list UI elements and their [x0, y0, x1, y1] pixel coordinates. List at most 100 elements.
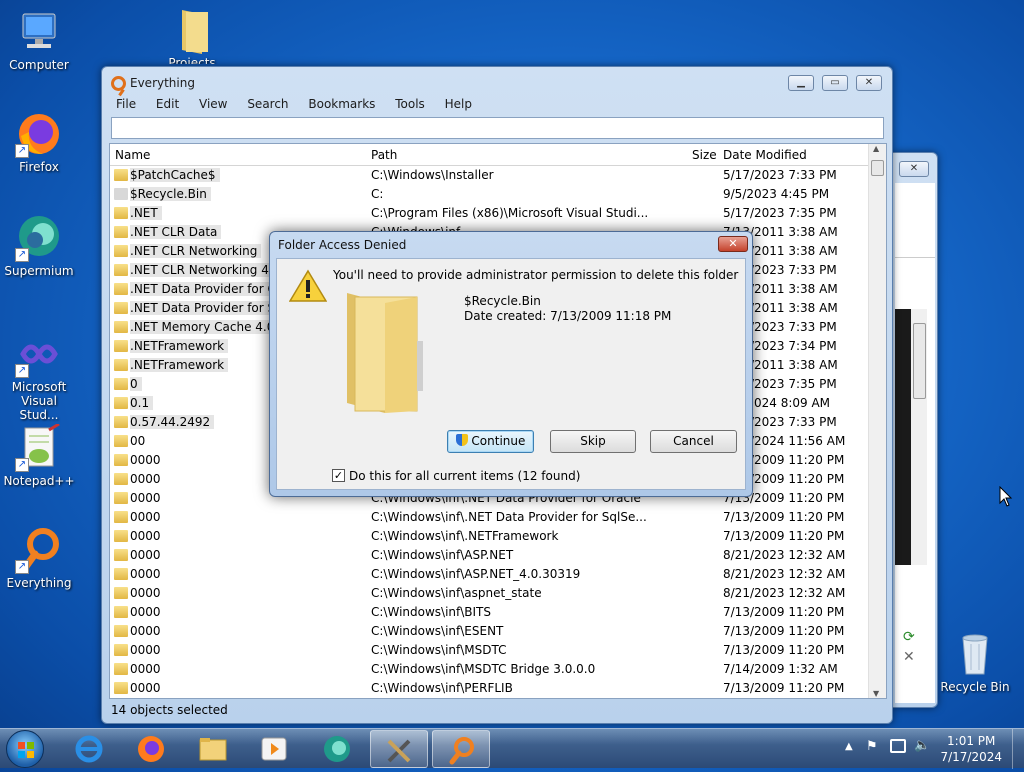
row-name: 0000	[130, 491, 161, 505]
desktop-icon-label: Firefox	[19, 160, 59, 174]
row-name: 0.57.44.2492	[130, 415, 215, 429]
menu-bookmarks[interactable]: Bookmarks	[308, 97, 375, 111]
row-name: .NET Memory Cache 4.0	[130, 320, 278, 334]
desktop-icon-recycle-bin[interactable]: Recycle Bin	[938, 630, 1012, 694]
mouse-cursor-icon	[999, 485, 1013, 511]
row-path: C:\Windows\inf\ESENT	[371, 624, 504, 638]
table-row[interactable]: $PatchCache$ C:\Windows\Installer 5/17/202…	[110, 166, 850, 185]
table-row[interactable]: 0000 C:\Windows\inf\aspnet_state 8/21/2023…	[110, 584, 850, 603]
maximize-button[interactable]: ▭	[822, 75, 848, 91]
clock[interactable]: 1:01 PM 7/17/2024	[940, 733, 1002, 765]
table-row[interactable]: 0000 C:\Windows\inf\PERFLIB 7/13/2009 11:2…	[110, 679, 850, 698]
show-desktop-button[interactable]	[1012, 729, 1024, 769]
continue-button[interactable]: Continue	[447, 430, 534, 453]
desktop-icon-label: Projects	[168, 56, 216, 64]
vertical-scrollbar[interactable]: ▲ ▼	[868, 144, 886, 698]
folder-icon	[114, 473, 128, 485]
cancel-button[interactable]: Cancel	[650, 430, 737, 453]
table-row[interactable]: 0000 C:\Windows\inf\ESENT 7/13/2009 11:20 …	[110, 622, 850, 641]
action-center-flag-icon[interactable]: ⚑	[866, 739, 878, 754]
desktop-icon-computer[interactable]: Computer	[2, 8, 76, 72]
taskbar-firefox[interactable]	[122, 730, 180, 768]
menu-edit[interactable]: Edit	[156, 97, 179, 111]
table-row[interactable]: .NET C:\Program Files (x86)\Microsoft Vis…	[110, 204, 850, 223]
bg-window-scrollbar[interactable]	[911, 309, 927, 565]
folder-icon	[168, 6, 216, 54]
folder-icon	[114, 492, 128, 504]
continue-label: Continue	[471, 434, 526, 448]
row-name: 0.1	[130, 396, 154, 410]
bg-window-close-button[interactable]: ✕	[899, 161, 929, 177]
table-row[interactable]: 0000 C:\Windows\inf\MSDTC 7/13/2009 11:20 …	[110, 641, 850, 660]
col-date[interactable]: Date Modified	[723, 148, 807, 162]
taskbar-explorer[interactable]	[184, 730, 242, 768]
volume-icon[interactable]: 🔈	[914, 738, 930, 753]
firefox-icon: ↗	[15, 110, 63, 158]
desktop-icon-visual-studio[interactable]: ↗ Microsoft Visual Stud...	[2, 330, 76, 422]
desktop-icon-firefox[interactable]: ↗ Firefox	[2, 110, 76, 174]
taskbar-everything[interactable]	[432, 730, 490, 768]
taskbar-supermium[interactable]	[308, 730, 366, 768]
row-name: .NET CLR Data	[130, 225, 222, 239]
table-row[interactable]: 0000 C:\Windows\inf\MSDTC Bridge 3.0.0.0 7…	[110, 660, 850, 679]
close-button[interactable]: ✕	[856, 75, 882, 91]
network-icon[interactable]	[890, 739, 906, 753]
scroll-thumb[interactable]	[913, 323, 926, 399]
table-row[interactable]: 0000 C:\Windows\inf\ASP.NET 8/21/2023 12:3…	[110, 546, 850, 565]
taskbar: ▲ ⚑ 🔈 1:01 PM 7/17/2024	[0, 728, 1024, 769]
row-date: 8/21/2023 12:32 AM	[723, 567, 846, 581]
col-path[interactable]: Path	[371, 148, 397, 162]
menu-help[interactable]: Help	[445, 97, 472, 111]
firefox-icon	[138, 736, 164, 762]
background-window[interactable]: ✕ ⟳ ✕	[892, 152, 938, 708]
table-row[interactable]: 0000 C:\Windows\inf\.NETFramework 7/13/200…	[110, 527, 850, 546]
menu-search[interactable]: Search	[247, 97, 288, 111]
desktop-icon-projects[interactable]: Projects	[155, 6, 229, 64]
menu-view[interactable]: View	[199, 97, 227, 111]
row-date: 7/13/2009 11:20 PM	[723, 681, 845, 695]
title-bar[interactable]: Everything ▁ ▭ ✕	[102, 67, 892, 97]
folder-icon	[114, 226, 128, 238]
folder-icon	[114, 511, 128, 523]
table-row[interactable]: $Recycle.Bin C: 9/5/2023 4:45 PM	[110, 185, 850, 204]
col-size[interactable]: Size	[692, 148, 717, 162]
desktop-icon-notepadpp[interactable]: ↗ Notepad++	[2, 422, 76, 488]
menu-file[interactable]: File	[116, 97, 136, 111]
folder-icon	[114, 435, 128, 447]
desktop-icon-everything[interactable]: ↗ Everything	[2, 526, 76, 590]
folder-access-denied-dialog[interactable]: Folder Access Denied ✕ You'll need to pr…	[269, 231, 753, 497]
scroll-down-icon[interactable]: ▼	[873, 689, 879, 698]
supermium-icon	[324, 736, 350, 762]
row-date: 7/13/2009 11:20 PM	[723, 624, 845, 638]
bg-window-refresh-icon[interactable]: ⟳	[903, 629, 915, 645]
search-input[interactable]	[111, 117, 884, 139]
row-date: 9/5/2023 4:45 PM	[723, 187, 830, 201]
col-name[interactable]: Name	[115, 148, 150, 162]
tray-expand-icon[interactable]: ▲	[845, 741, 853, 752]
table-row[interactable]: 0000 C:\Windows\inf\ASP.NET_4.0.30319 8/21…	[110, 565, 850, 584]
row-path: C:\Windows\inf\BITS	[371, 605, 491, 619]
row-date: 8/21/2023 12:32 AM	[723, 586, 846, 600]
dialog-close-button[interactable]: ✕	[718, 236, 748, 252]
taskbar-ie[interactable]	[60, 730, 118, 768]
menu-tools[interactable]: Tools	[395, 97, 425, 111]
taskbar-media-player[interactable]	[246, 730, 304, 768]
checkbox-label: Do this for all current items (12 found)	[349, 469, 581, 483]
table-row[interactable]: 0000 C:\Windows\inf\.NET Data Provider fo…	[110, 508, 850, 527]
scroll-up-icon[interactable]: ▲	[873, 144, 879, 153]
desktop-icon-supermium[interactable]: ↗ Supermium	[2, 214, 76, 278]
bg-window-delete-icon[interactable]: ✕	[903, 649, 915, 665]
row-path: C:\Windows\inf\ASP.NET	[371, 548, 514, 562]
folder-icon	[114, 207, 128, 219]
minimize-button[interactable]: ▁	[788, 75, 814, 91]
start-button[interactable]	[6, 730, 44, 768]
do-this-for-all-checkbox[interactable]: ✓	[332, 469, 345, 482]
row-name: .NET Data Provider for SqlS	[130, 301, 278, 315]
bg-window-dark-panel	[895, 309, 911, 565]
row-name: 00	[130, 434, 146, 448]
folder-icon	[114, 416, 128, 428]
skip-button[interactable]: Skip	[550, 430, 636, 453]
taskbar-tools[interactable]	[370, 730, 428, 768]
table-row[interactable]: 0000 C:\Windows\inf\BITS 7/13/2009 11:20 P…	[110, 603, 850, 622]
scroll-thumb[interactable]	[871, 160, 884, 176]
